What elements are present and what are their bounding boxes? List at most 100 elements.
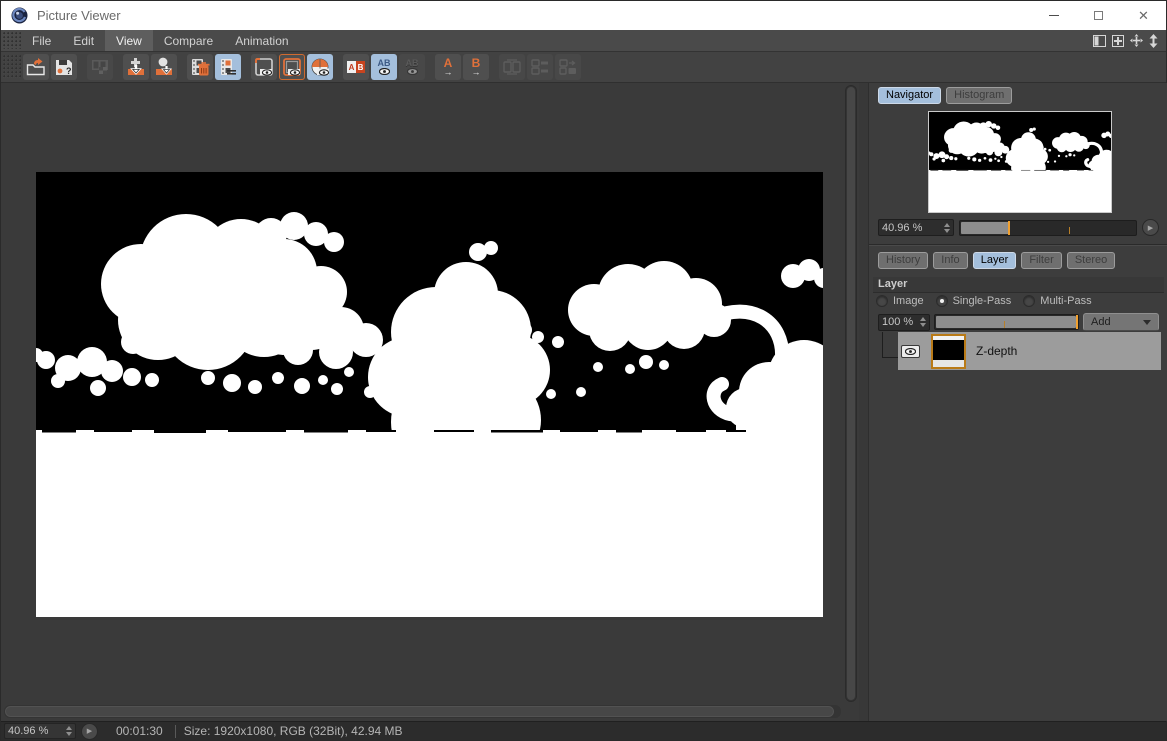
save-image-button[interactable]: ? xyxy=(51,54,77,80)
show-filled-frame-button[interactable] xyxy=(279,54,305,80)
layer-controls-row: 100 % Add xyxy=(878,313,1159,331)
radio-single-pass[interactable]: Single-Pass xyxy=(935,295,1011,307)
film-trash-icon xyxy=(192,59,210,76)
menu-animation[interactable]: Animation xyxy=(224,30,299,51)
show-image-frame-button[interactable] xyxy=(251,54,277,80)
tab-history[interactable]: History xyxy=(878,252,929,269)
layer-thumbnail[interactable] xyxy=(931,333,966,369)
split-panel-icon[interactable] xyxy=(1093,34,1106,47)
close-button[interactable]: ✕ xyxy=(1121,1,1166,30)
compare-ab-wipe-button[interactable]: AB xyxy=(371,54,397,80)
side-panel: Navigator Histogram 40.96 % ▶ History In… xyxy=(869,83,1167,721)
eye-icon xyxy=(905,347,916,355)
zdepth-render-image xyxy=(36,172,823,617)
status-image-info: Size: 1920x1080, RGB (32Bit), 42.94 MB xyxy=(183,724,403,738)
tree-line xyxy=(882,357,898,358)
status-zoom-spinner[interactable]: 40.96 % xyxy=(4,723,76,739)
folder-open-icon xyxy=(26,58,45,76)
tab-filter[interactable]: Filter xyxy=(1021,252,1062,269)
add-layer-button[interactable]: Add xyxy=(1083,313,1159,331)
spinner-arrows-icon[interactable] xyxy=(944,222,950,233)
radio-multi-pass-icon xyxy=(1023,295,1036,307)
minimize-button[interactable] xyxy=(1031,1,1076,30)
toolbar-grip-handle[interactable] xyxy=(3,55,21,79)
navigator-options-button[interactable]: ▶ xyxy=(1142,219,1159,236)
question-glyph: ? xyxy=(66,66,72,76)
move-panel-icon[interactable] xyxy=(1130,34,1143,47)
navigator-zoom-row: 40.96 % ▶ xyxy=(878,219,1159,236)
navigator-zoom-slider[interactable] xyxy=(959,219,1137,236)
delete-frames-button[interactable] xyxy=(187,54,213,80)
image-canvas[interactable] xyxy=(36,172,823,617)
status-bar: 40.96 % ▶ 00:01:30 Size: 1920x1080, RGB … xyxy=(1,721,1166,740)
scale-panel-icon[interactable] xyxy=(1149,33,1158,48)
align-ab-icon xyxy=(531,59,548,75)
menu-view[interactable]: View xyxy=(105,30,153,51)
open-image-button[interactable] xyxy=(23,54,49,80)
layer-opacity-slider[interactable] xyxy=(934,314,1079,330)
radio-image-icon xyxy=(876,295,888,307)
letter-b-arrow-icon: B → xyxy=(471,56,481,78)
vertical-scrollbar-thumb[interactable] xyxy=(847,87,855,700)
tab-layer[interactable]: Layer xyxy=(972,252,1017,269)
radio-image[interactable]: Image xyxy=(876,295,924,307)
layer-opacity-spinner[interactable]: 100 % xyxy=(878,313,930,331)
filled-frame-eye-icon xyxy=(283,58,301,76)
layer-visibility-toggle[interactable] xyxy=(901,344,920,358)
letter-a-arrow-icon: A → xyxy=(443,56,453,78)
spinner-arrows-icon[interactable] xyxy=(66,726,72,736)
menu-compare[interactable]: Compare xyxy=(153,30,224,51)
navigator-thumbnail[interactable] xyxy=(928,111,1112,213)
set-compare-a-button[interactable]: A → xyxy=(435,54,461,80)
status-options-button[interactable]: ▶ xyxy=(81,722,98,740)
image-viewport[interactable] xyxy=(1,83,859,721)
film-render-icon xyxy=(92,60,108,74)
close-icon: ✕ xyxy=(1138,8,1149,23)
maximize-button[interactable] xyxy=(1076,1,1121,30)
panel-splitter[interactable] xyxy=(859,83,869,721)
navigator-zoom-spinner[interactable]: 40.96 % xyxy=(878,219,954,236)
navigator-tab-bar: Navigator Histogram xyxy=(878,87,1014,104)
status-separator xyxy=(174,724,176,738)
tab-histogram[interactable]: Histogram xyxy=(946,87,1013,104)
ratio-ab-button[interactable] xyxy=(555,54,581,80)
menu-file[interactable]: File xyxy=(21,30,62,51)
tree-line xyxy=(882,332,883,357)
status-timecode: 00:01:30 xyxy=(116,724,163,738)
swap-ab-button[interactable] xyxy=(499,54,525,80)
detach-panel-icon[interactable] xyxy=(1112,34,1124,47)
horizontal-scrollbar[interactable] xyxy=(4,705,841,718)
window-title: Picture Viewer xyxy=(37,8,121,23)
object-download-icon xyxy=(156,57,172,75)
ab-overlay-eye-icon: AB xyxy=(406,58,419,76)
compare-ab-button[interactable]: A B xyxy=(343,54,369,80)
tab-navigator[interactable]: Navigator xyxy=(878,87,942,104)
chevron-down-icon xyxy=(1143,319,1151,325)
horizontal-scrollbar-thumb[interactable] xyxy=(5,706,834,717)
ratio-ab-icon xyxy=(559,59,576,75)
align-ab-button[interactable] xyxy=(527,54,553,80)
radio-multi-pass[interactable]: Multi-Pass xyxy=(1023,295,1092,307)
tab-stereo[interactable]: Stereo xyxy=(1066,252,1116,269)
title-bar: Picture Viewer ✕ xyxy=(1,0,1166,30)
layer-list: Z-depth xyxy=(875,332,1161,374)
ab-compare-icon: A B xyxy=(347,61,365,73)
stack-download-button[interactable] xyxy=(123,54,149,80)
layer-section-header: Layer xyxy=(873,277,1164,293)
tab-info[interactable]: Info xyxy=(933,252,968,269)
ab-wipe-eye-icon: AB xyxy=(378,59,391,75)
vertical-scrollbar[interactable] xyxy=(845,85,857,702)
compare-ab-overlay-button[interactable]: AB xyxy=(399,54,425,80)
object-download-button[interactable] xyxy=(151,54,177,80)
show-channels-ball-button[interactable] xyxy=(307,54,333,80)
render-frames-button[interactable] xyxy=(87,54,113,80)
set-compare-b-button[interactable]: B → xyxy=(463,54,489,80)
menu-edit[interactable]: Edit xyxy=(62,30,105,51)
swap-ab-icon xyxy=(503,59,521,75)
spinner-arrows-icon[interactable] xyxy=(920,317,926,327)
menu-grip-handle[interactable] xyxy=(3,32,21,49)
toolbar: ? A B AB AB A → B → xyxy=(1,52,1166,83)
layer-row-zdepth[interactable]: Z-depth xyxy=(898,332,1161,370)
play-arrow-icon: ▶ xyxy=(1147,224,1154,232)
frame-list-button[interactable] xyxy=(215,54,241,80)
